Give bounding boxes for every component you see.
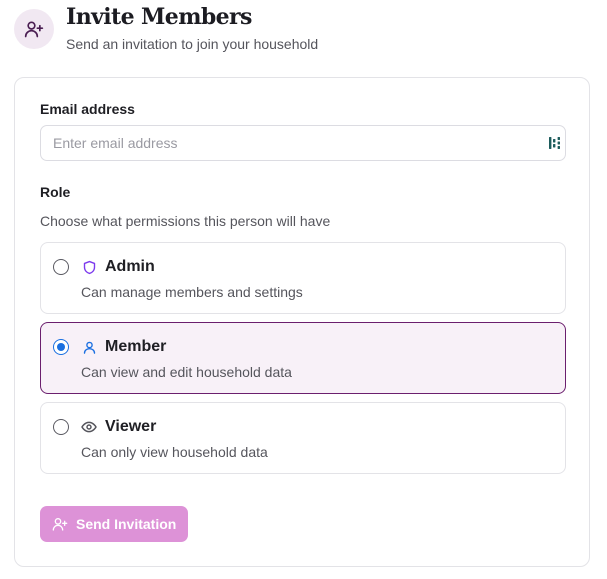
- invite-members-page: Invite Members Send an invitation to joi…: [0, 0, 607, 579]
- page-subtitle: Send an invitation to join your househol…: [66, 36, 319, 52]
- radio-viewer[interactable]: [53, 419, 69, 435]
- role-option-title: Member: [105, 338, 167, 355]
- radio-member[interactable]: [53, 339, 69, 355]
- email-field: [40, 125, 566, 161]
- role-option-viewer[interactable]: Viewer Can only view household data: [40, 402, 566, 474]
- role-description: Choose what permissions this person will…: [40, 213, 331, 229]
- role-option-member[interactable]: Member Can view and edit household data: [40, 322, 566, 394]
- role-option-description: Can view and edit household data: [81, 364, 292, 380]
- eye-icon: [81, 419, 97, 435]
- radio-admin[interactable]: [53, 259, 69, 275]
- user-icon: [81, 339, 97, 355]
- invite-form-card: Email address Role Choose what permissio…: [14, 77, 590, 567]
- user-plus-icon: [52, 516, 68, 532]
- autofill-icon[interactable]: [548, 136, 562, 150]
- role-option-title: Viewer: [105, 418, 157, 435]
- role-option-admin[interactable]: Admin Can manage members and settings: [40, 242, 566, 314]
- role-label: Role: [40, 184, 71, 200]
- role-option-description: Can only view household data: [81, 444, 268, 460]
- page-title: Invite Members: [66, 4, 252, 30]
- send-invitation-label: Send Invitation: [76, 516, 177, 532]
- page-header: Invite Members Send an invitation to joi…: [14, 4, 594, 60]
- email-label: Email address: [40, 101, 135, 117]
- shield-icon: [81, 259, 97, 275]
- role-option-description: Can manage members and settings: [81, 284, 303, 300]
- send-invitation-button[interactable]: Send Invitation: [40, 506, 189, 542]
- header-avatar: [14, 9, 54, 49]
- role-option-title: Admin: [105, 258, 155, 275]
- user-plus-icon: [24, 21, 44, 38]
- email-input[interactable]: [41, 126, 565, 160]
